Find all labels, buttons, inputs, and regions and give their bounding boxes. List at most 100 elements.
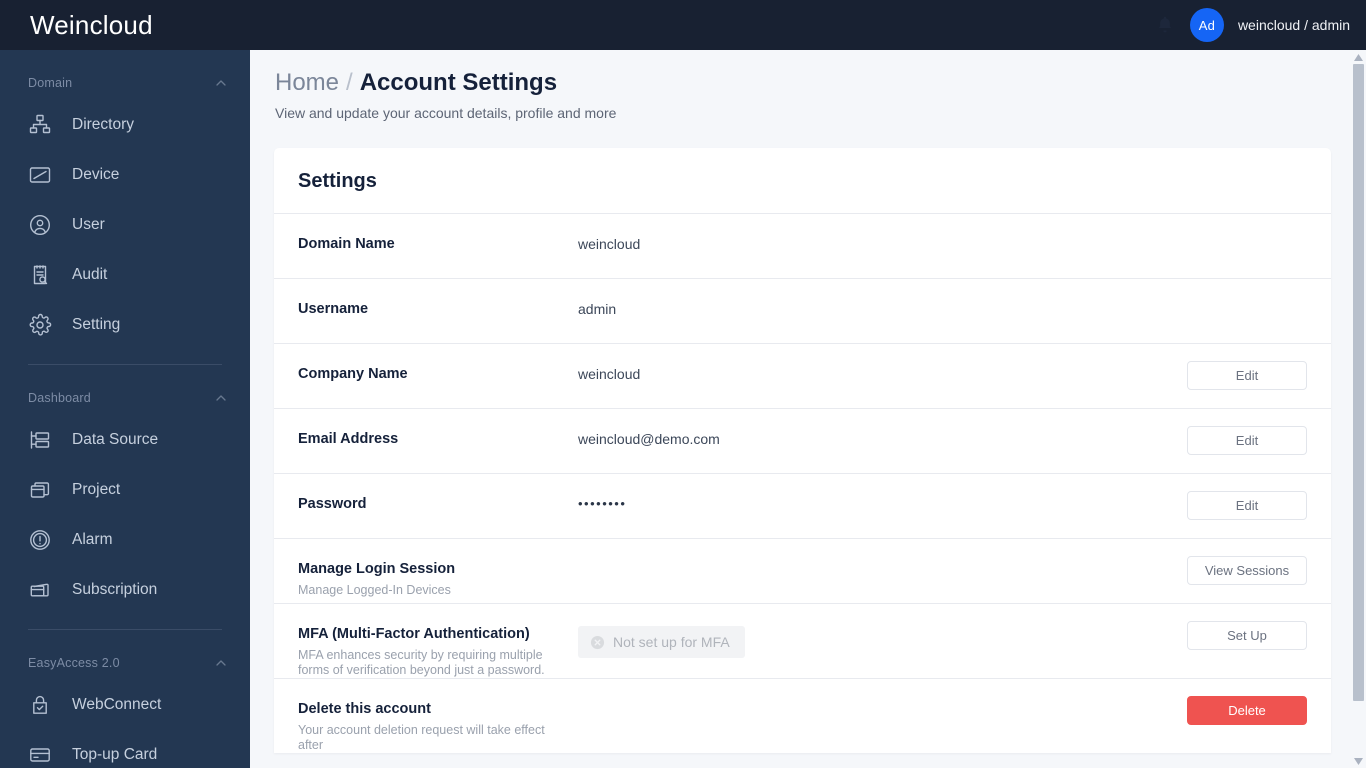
row-action-column: Delete xyxy=(1185,679,1307,725)
lock-check-icon xyxy=(33,695,47,714)
row-label: Password xyxy=(298,496,367,512)
sidebar-section-label: Dashboard xyxy=(28,391,91,405)
sidebar-item-alarm[interactable]: Alarm xyxy=(0,515,250,565)
alert-circle-icon xyxy=(30,530,50,550)
database-layout-icon xyxy=(30,431,50,449)
sidebar-item-label: Project xyxy=(72,481,121,498)
sidebar-section-header-dashboard[interactable]: Dashboard xyxy=(0,381,250,415)
gear-icon xyxy=(29,313,52,336)
row-label: Delete this account xyxy=(298,701,431,717)
sidebar-item-label: WebConnect xyxy=(72,696,162,713)
row-label-column: Domain Name xyxy=(298,214,578,252)
page-subtitle: View and update your account details, pr… xyxy=(275,105,617,121)
mfa-status-badge: Not set up for MFA xyxy=(578,626,745,658)
row-action-column xyxy=(1185,279,1307,296)
row-sublabel: MFA enhances security by requiring multi… xyxy=(298,648,545,677)
card-stack-icon xyxy=(30,583,49,597)
avatar[interactable]: Ad xyxy=(1189,8,1224,42)
sidebar-item-data-source[interactable]: Data Source xyxy=(0,415,250,465)
settings-row-password: Password •••••••• Edit xyxy=(274,474,1331,539)
row-value-column: weincloud xyxy=(578,214,1185,252)
settings-row-username: Username admin xyxy=(274,279,1331,344)
row-value: •••••••• xyxy=(578,496,627,511)
row-label: Domain Name xyxy=(298,236,395,252)
chevron-up-icon xyxy=(216,660,226,666)
user-circle-icon xyxy=(29,214,51,236)
sidebar-item-audit[interactable]: Audit xyxy=(0,250,250,300)
row-value-column: admin xyxy=(578,279,1185,317)
sidebar-item-webconnect[interactable]: WebConnect xyxy=(0,680,250,730)
password-action-button[interactable]: Edit xyxy=(1187,491,1307,520)
email-address-action-button[interactable]: Edit xyxy=(1187,426,1307,455)
row-label-column: Delete this account Your account deletion… xyxy=(298,679,578,753)
settings-row-domain-name: Domain Name weincloud xyxy=(274,214,1331,279)
sidebar-item-label: Audit xyxy=(72,266,108,283)
settings-row-company-name: Company Name weincloud Edit xyxy=(274,344,1331,409)
topbar-right-group: Ad weincloud / admin xyxy=(1154,8,1350,42)
sidebar-section-header-domain[interactable]: Domain xyxy=(0,66,250,100)
sidebar: Domain Directory Device User Audit Setting Das… xyxy=(0,50,250,768)
vertical-scrollbar[interactable] xyxy=(1351,50,1366,768)
delete-this-account-action-button[interactable]: Delete xyxy=(1187,696,1307,725)
sidebar-item-label: Alarm xyxy=(72,531,113,548)
row-label-column: Company Name xyxy=(298,344,578,382)
sidebar-item-label: Data Source xyxy=(72,431,159,448)
clipboard-search-icon xyxy=(33,265,48,285)
scroll-down-arrow-icon[interactable] xyxy=(1351,754,1366,768)
sidebar-item-label: Directory xyxy=(72,116,135,133)
credit-card-icon xyxy=(30,748,50,762)
mfa-status-text: Not set up for MFA xyxy=(613,634,730,650)
scrollbar-track[interactable] xyxy=(1351,64,1366,754)
sidebar-item-label: Top-up Card xyxy=(72,746,158,763)
row-label: Email Address xyxy=(298,431,399,447)
row-sublabel: Your account deletion request will take … xyxy=(298,723,545,752)
settings-card-title: Settings xyxy=(274,148,1331,214)
row-label-column: Email Address xyxy=(298,409,578,447)
x-circle-icon xyxy=(590,635,605,649)
windows-stack-icon xyxy=(30,482,50,498)
settings-row-manage-login-session: Manage Login Session Manage Logged-In Dev… xyxy=(274,539,1331,604)
sidebar-item-directory[interactable]: Directory xyxy=(0,100,250,150)
page-header: Home / Account Settings View and update … xyxy=(250,50,1366,121)
sidebar-item-setting[interactable]: Setting xyxy=(0,300,250,350)
company-name-action-button[interactable]: Edit xyxy=(1187,361,1307,390)
row-action-column xyxy=(1185,214,1307,231)
sidebar-section-label: Domain xyxy=(28,76,73,90)
chevron-up-icon xyxy=(216,395,226,401)
brand-logo[interactable]: Weincloud xyxy=(30,10,153,41)
sidebar-item-user[interactable]: User xyxy=(0,200,250,250)
breadcrumb-separator: / xyxy=(346,69,353,96)
row-label-column: Username xyxy=(298,279,578,317)
scroll-up-arrow-icon[interactable] xyxy=(1351,50,1366,64)
row-value: weincloud xyxy=(578,366,641,382)
manage-login-session-action-button[interactable]: View Sessions xyxy=(1187,556,1307,585)
row-label-column: MFA (Multi-Factor Authentication) MFA enh… xyxy=(298,604,578,678)
chevron-up-icon xyxy=(216,80,226,86)
row-label-column: Manage Login Session Manage Logged-In Dev… xyxy=(298,539,578,598)
row-value: admin xyxy=(578,301,617,317)
mfa-multi-factor-authentication-action-button[interactable]: Set Up xyxy=(1187,621,1307,650)
breadcrumb-home[interactable]: Home xyxy=(275,68,339,98)
row-label: MFA (Multi-Factor Authentication) xyxy=(298,626,530,642)
breadcrumb: Home / Account Settings xyxy=(275,68,1366,98)
row-label: Company Name xyxy=(298,366,408,382)
row-action-column: View Sessions xyxy=(1185,539,1307,585)
top-bar: Weincloud Ad weincloud / admin xyxy=(0,0,1366,50)
sitemap-icon xyxy=(29,114,51,134)
sidebar-item-subscription[interactable]: Subscription xyxy=(0,565,250,615)
row-value: weincloud xyxy=(578,236,641,252)
row-action-column: Edit xyxy=(1185,474,1307,520)
sidebar-item-project[interactable]: Project xyxy=(0,465,250,515)
app-root: Weincloud Ad weincloud / admin Domain Dir… xyxy=(0,0,1366,768)
row-value-column xyxy=(578,539,1185,561)
row-action-column: Set Up xyxy=(1185,604,1307,650)
bell-icon[interactable] xyxy=(1154,14,1176,36)
scrollbar-thumb[interactable] xyxy=(1353,64,1364,701)
row-value: weincloud@demo.com xyxy=(578,431,720,447)
main-content: Home / Account Settings View and update … xyxy=(250,50,1366,768)
row-value-column xyxy=(578,679,1185,701)
sidebar-item-top-up-card[interactable]: Top-up Card xyxy=(0,730,250,768)
sidebar-section-header-easyaccess-2-0[interactable]: EasyAccess 2.0 xyxy=(0,646,250,680)
sidebar-item-device[interactable]: Device xyxy=(0,150,250,200)
user-label[interactable]: weincloud / admin xyxy=(1238,17,1350,33)
